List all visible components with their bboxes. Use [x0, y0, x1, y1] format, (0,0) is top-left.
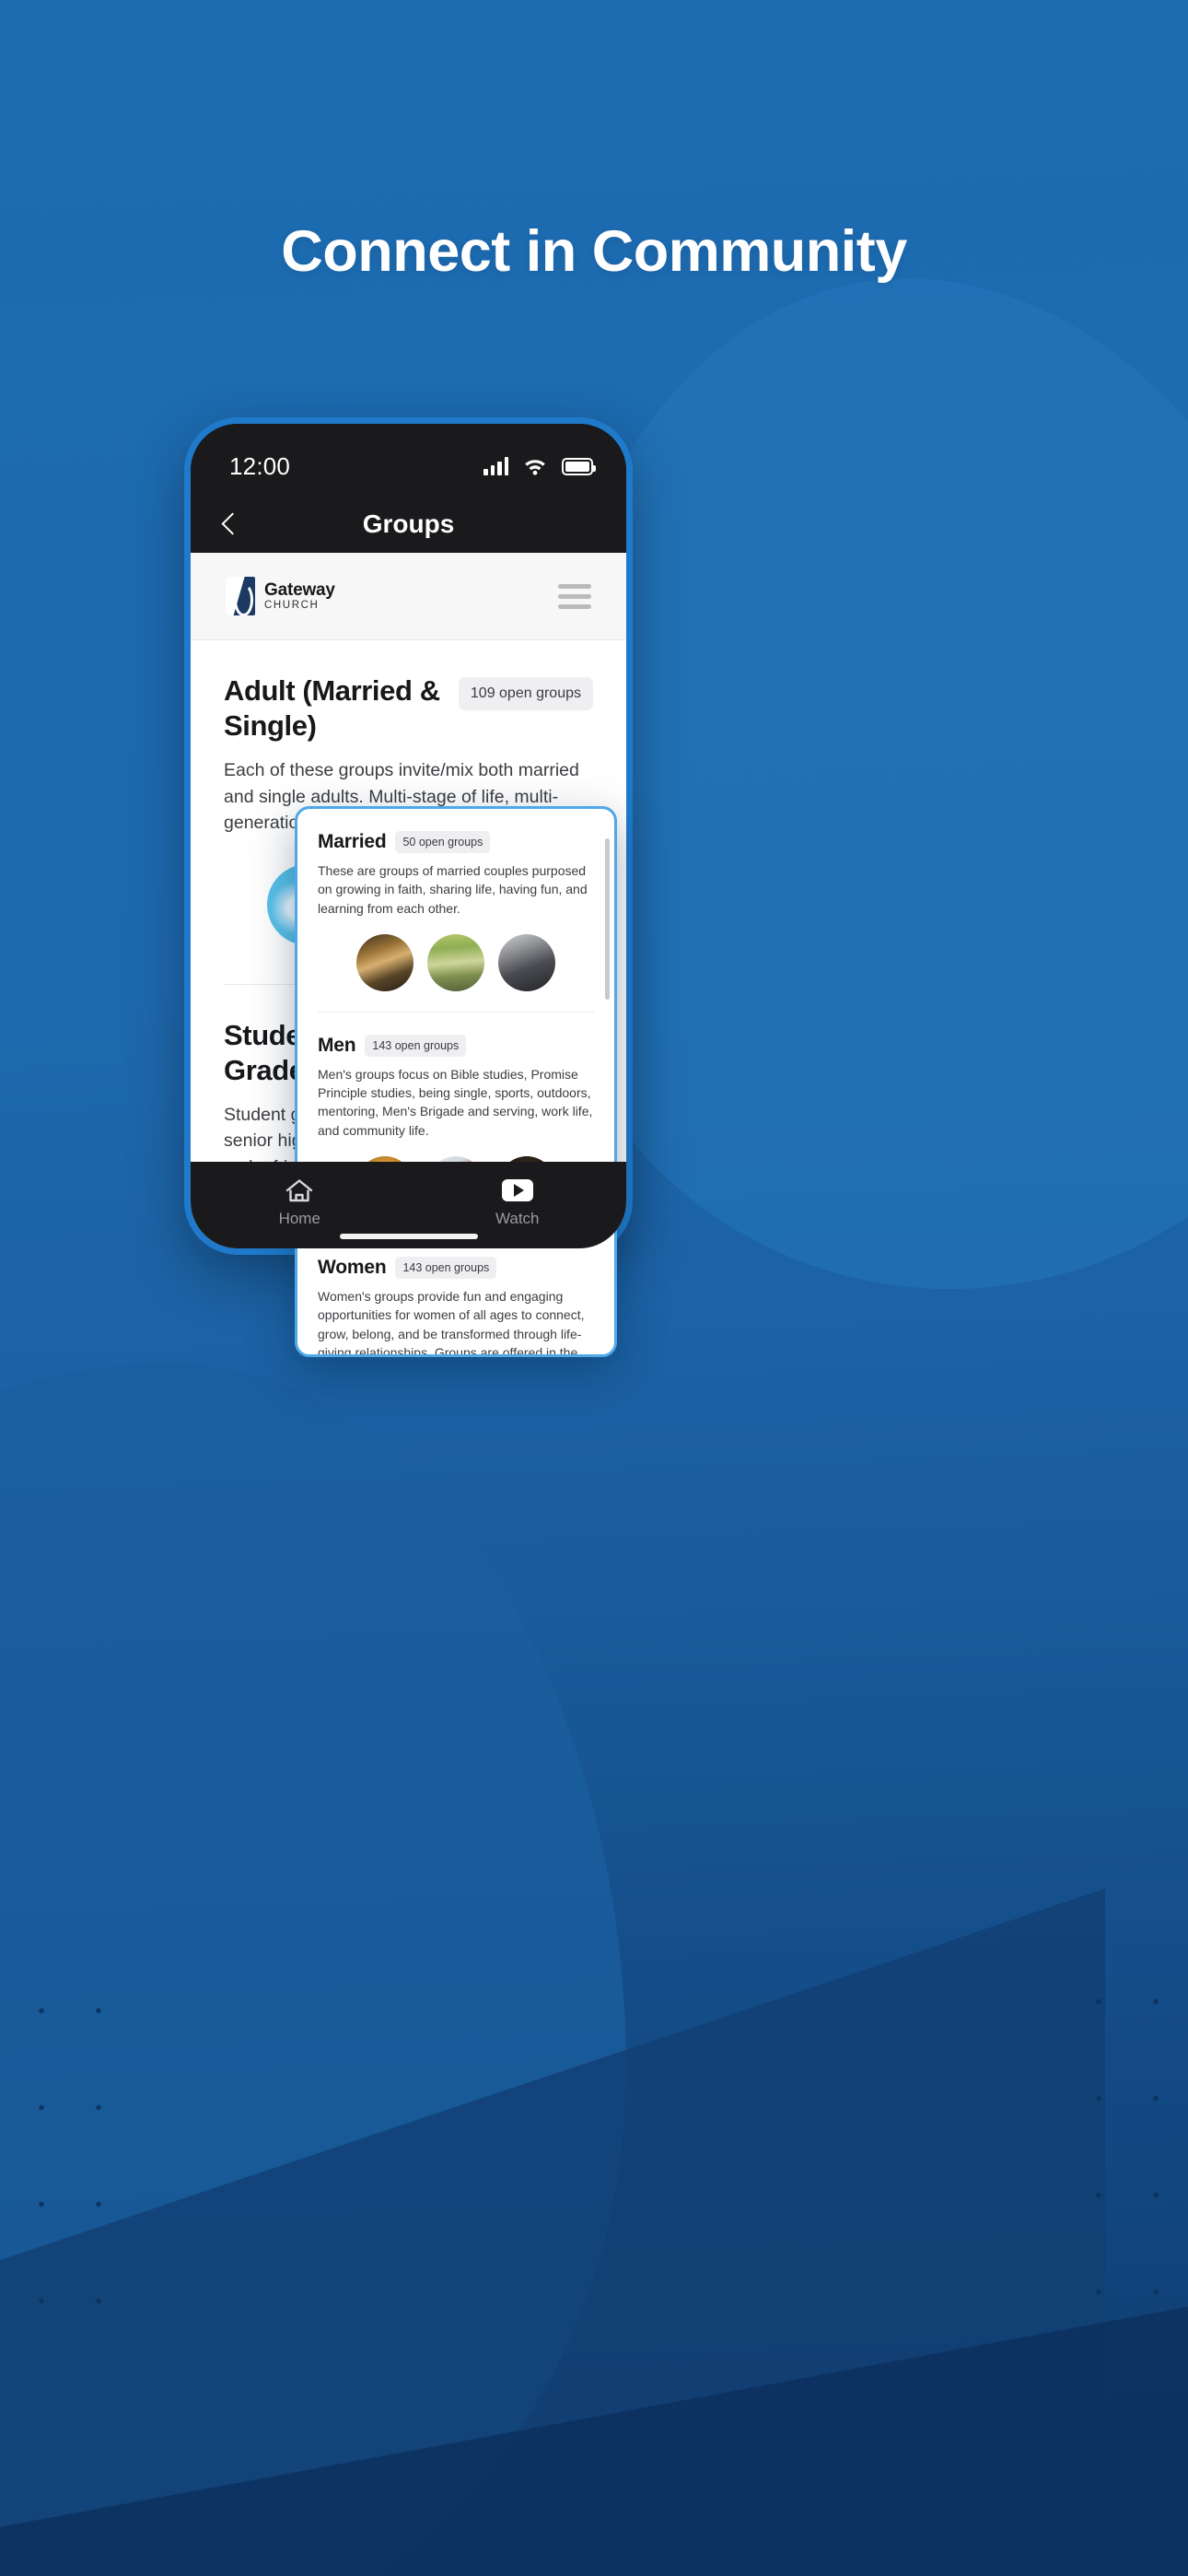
dot-pattern-left — [13, 1962, 114, 2359]
page-title: Connect in Community — [281, 219, 907, 284]
brand-name: Gateway — [264, 580, 335, 600]
overlay-section-description: Men's groups focus on Bible studies, Pro… — [318, 1066, 593, 1138]
overlay-section-women[interactable]: Women 143 open groups Women's groups pro… — [318, 1234, 594, 1357]
wifi-icon — [523, 457, 547, 475]
overlay-section-avatars — [318, 933, 594, 991]
overlay-section-married[interactable]: Married 50 open groups These are groups … — [318, 809, 594, 1012]
dot-pattern-right — [1070, 1953, 1171, 2368]
bottom-tab-bar: Home Watch — [191, 1162, 626, 1248]
chevron-left-icon[interactable] — [215, 509, 246, 540]
gateway-logo-icon — [226, 577, 255, 615]
hamburger-menu-icon[interactable] — [558, 583, 591, 609]
brand-logo[interactable]: Gateway CHURCH — [226, 577, 335, 615]
play-video-icon — [409, 1175, 627, 1206]
overlay-scrollbar[interactable] — [605, 838, 610, 1000]
crowd-photo-avatar[interactable] — [498, 933, 555, 991]
open-groups-badge: 109 open groups — [458, 677, 593, 710]
tab-label: Watch — [495, 1210, 540, 1227]
overlay-section-title: Men — [318, 1034, 356, 1056]
signal-icon — [483, 457, 508, 475]
open-groups-badge: 143 open groups — [365, 1034, 467, 1057]
tab-label: Home — [278, 1210, 320, 1227]
site-header: Gateway CHURCH — [191, 553, 626, 640]
couple-photo-avatar[interactable] — [356, 933, 413, 991]
open-groups-badge: 50 open groups — [395, 831, 491, 853]
status-bar: 12:00 — [191, 424, 626, 496]
overlay-scroll-area[interactable]: Married 50 open groups These are groups … — [297, 809, 614, 1354]
overlay-section-description: Women's groups provide fun and engaging … — [318, 1289, 585, 1357]
status-icons — [483, 457, 596, 475]
battery-icon — [562, 457, 596, 475]
status-time: 12:00 — [229, 451, 291, 480]
forest-photo-avatar[interactable] — [427, 933, 484, 991]
app-nav-bar: Groups — [191, 496, 626, 553]
overlay-section-title: Married — [318, 831, 387, 852]
home-icon — [191, 1175, 409, 1206]
open-groups-badge: 143 open groups — [395, 1257, 497, 1280]
overlay-section-description: These are groups of married couples purp… — [318, 863, 588, 916]
brand-subtitle: CHURCH — [264, 599, 320, 611]
tab-watch[interactable]: Watch — [409, 1175, 627, 1228]
tab-home[interactable]: Home — [191, 1175, 409, 1228]
nav-title: Groups — [362, 509, 455, 538]
section-title: Adult (Married & Single) — [224, 674, 440, 743]
home-indicator — [339, 1234, 478, 1239]
overlay-section-title: Women — [318, 1257, 387, 1279]
group-detail-overlay-card[interactable]: Married 50 open groups These are groups … — [295, 806, 617, 1357]
